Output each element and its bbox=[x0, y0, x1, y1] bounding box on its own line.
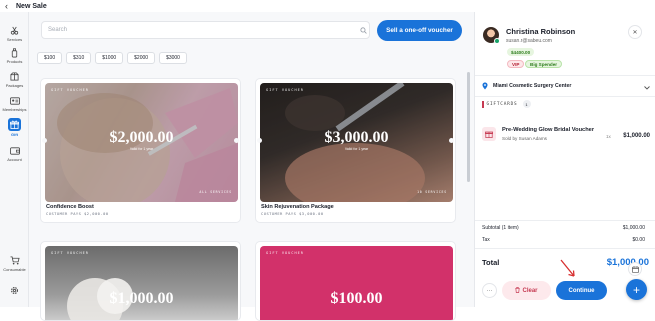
wallet-balance-badge: $4400.00 bbox=[507, 48, 535, 56]
nav-item-gift[interactable]: Gift bbox=[0, 118, 29, 137]
voucher-customer-pays: CUSTOMER PAYS $3,000.00 bbox=[261, 212, 324, 216]
big-spender-tag: Big Spender bbox=[525, 60, 563, 68]
voucher-name: Confidence Boost bbox=[46, 204, 94, 210]
left-nav: Services Products Packages Memberships G… bbox=[0, 12, 29, 307]
package-icon bbox=[9, 71, 20, 82]
cart-icon bbox=[9, 255, 20, 266]
customer-email: susan.r@sabeu.com bbox=[506, 38, 552, 44]
remove-customer-button[interactable]: ✕ bbox=[628, 25, 642, 39]
schedule-button[interactable] bbox=[628, 262, 642, 276]
voucher-image: GIFT VOUCHER $3,000.00 Valid for 1 year … bbox=[260, 83, 453, 202]
sale-cart-panel: Christina Robinson susan.r@sabeu.com $44… bbox=[474, 12, 655, 307]
amount-filters: $100 $310 $1000 $2000 $3000 bbox=[37, 52, 187, 64]
voucher-card[interactable]: GIFT VOUCHER $1,000.00 bbox=[40, 241, 241, 321]
online-status-icon bbox=[494, 38, 500, 44]
tax-row: Tax $0.00 bbox=[482, 237, 645, 243]
avatar bbox=[483, 27, 500, 44]
voucher-image: GIFT VOUCHER $100.00 bbox=[260, 246, 453, 320]
gift-voucher-catalog: Search Sell a one-off voucher $100 $310 … bbox=[29, 12, 474, 321]
back-arrow-icon[interactable]: ‹ bbox=[5, 1, 13, 11]
page-title: New Sale bbox=[16, 2, 47, 10]
voucher-image: GIFT VOUCHER $1,000.00 bbox=[45, 246, 238, 320]
calendar-icon bbox=[631, 260, 639, 278]
voucher-name: Skin Rejuvenation Package bbox=[261, 204, 334, 210]
customer-name: Christina Robinson bbox=[506, 27, 576, 36]
subtotal-row: Subtotal (1 item) $1,000.00 bbox=[482, 225, 645, 231]
nav-item-consumable[interactable]: Consumable bbox=[0, 255, 29, 272]
giftcards-section-header: GIFTCARDS 1 bbox=[482, 100, 531, 108]
top-bar: ‹ New Sale bbox=[0, 0, 655, 12]
nav-item-settings[interactable] bbox=[0, 285, 29, 296]
nav-item-account[interactable]: Account bbox=[0, 145, 29, 162]
amount-filter[interactable]: $1000 bbox=[95, 52, 124, 64]
chevron-down-icon bbox=[644, 77, 650, 95]
location-selector[interactable]: Miami Cosmetic Surgery Center bbox=[482, 79, 650, 92]
location-pin-icon bbox=[482, 77, 488, 95]
search-icon bbox=[357, 26, 369, 34]
search-input[interactable]: Search bbox=[41, 21, 370, 39]
more-options-button[interactable]: ··· bbox=[482, 283, 497, 298]
cart-item-price: $1,000.00 bbox=[623, 133, 650, 139]
divider bbox=[475, 220, 655, 221]
voucher-customer-pays: CUSTOMER PAYS $2,000.00 bbox=[46, 212, 109, 216]
amount-filter[interactable]: $310 bbox=[66, 52, 92, 64]
divider bbox=[475, 248, 655, 249]
amount-filter[interactable]: $3000 bbox=[159, 52, 187, 64]
section-count-badge: 1 bbox=[522, 100, 531, 108]
divider bbox=[475, 75, 655, 76]
voucher-card[interactable]: GIFT VOUCHER $100.00 bbox=[255, 241, 456, 321]
nav-item-packages[interactable]: Packages bbox=[0, 71, 29, 88]
voucher-card[interactable]: GIFT VOUCHER $3,000.00 Valid for 1 year … bbox=[255, 78, 456, 223]
voucher-card[interactable]: GIFT VOUCHER $2,000.00 Valid for 1 year … bbox=[40, 78, 241, 223]
id-card-icon bbox=[9, 95, 20, 106]
amount-filter[interactable]: $100 bbox=[37, 52, 63, 64]
voucher-image: GIFT VOUCHER $2,000.00 Valid for 1 year … bbox=[45, 83, 238, 202]
vip-tag: VIP bbox=[507, 60, 525, 68]
bottle-icon bbox=[9, 47, 20, 58]
cart-item-sold-by: Sold by Susan Adams bbox=[502, 136, 547, 141]
clear-button[interactable]: Clear bbox=[502, 281, 551, 300]
cart-item[interactable]: Pre-Wedding Glow Bridal Voucher Sold by … bbox=[482, 124, 650, 148]
add-button[interactable]: + bbox=[626, 279, 647, 300]
cart-item-name: Pre-Wedding Glow Bridal Voucher bbox=[502, 127, 595, 133]
gift-icon bbox=[482, 127, 496, 141]
arrow-indicator-icon bbox=[560, 259, 575, 277]
nav-item-memberships[interactable]: Memberships bbox=[0, 95, 29, 112]
catalog-scrollbar[interactable] bbox=[467, 72, 470, 182]
cart-item-quantity: 1x bbox=[606, 134, 611, 139]
gift-icon bbox=[8, 118, 21, 131]
continue-button[interactable]: Continue bbox=[556, 281, 607, 300]
gear-icon bbox=[9, 285, 20, 296]
scissors-icon bbox=[9, 25, 20, 36]
nav-item-products[interactable]: Products bbox=[0, 47, 29, 64]
location-name: Miami Cosmetic Surgery Center bbox=[493, 82, 572, 89]
trash-icon bbox=[515, 286, 521, 295]
sell-one-off-voucher-button[interactable]: Sell a one-off voucher bbox=[377, 20, 462, 41]
amount-filter[interactable]: $2000 bbox=[127, 52, 156, 64]
divider bbox=[475, 96, 655, 97]
wallet-icon bbox=[9, 145, 20, 156]
nav-item-services[interactable]: Services bbox=[0, 25, 29, 42]
